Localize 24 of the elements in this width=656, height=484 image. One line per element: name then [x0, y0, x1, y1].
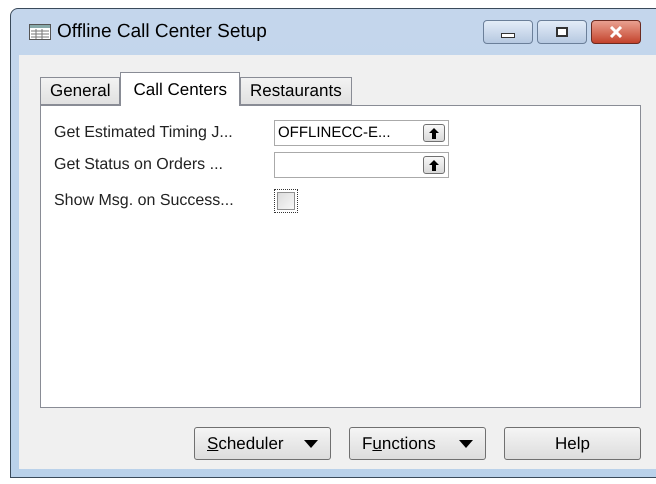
input-field[interactable]: OFFLINECC-E...	[274, 120, 449, 146]
table-icon	[29, 24, 51, 40]
x-icon	[609, 26, 623, 38]
tab[interactable]: Call Centers	[120, 72, 240, 106]
field-label: Get Estimated Timing J...	[54, 123, 234, 143]
close-button[interactable]	[591, 20, 641, 44]
field-label: Get Status on Orders ...	[54, 155, 224, 175]
lookup-button[interactable]	[423, 156, 445, 174]
tab[interactable]: Restaurants	[240, 77, 352, 105]
field-label: Show Msg. on Success...	[54, 191, 235, 211]
checkbox[interactable]	[274, 189, 298, 213]
menu-button[interactable]: Scheduler	[194, 427, 331, 460]
maximize-button[interactable]	[537, 20, 587, 44]
up-arrow-icon	[429, 160, 439, 170]
minimize-button[interactable]	[483, 20, 533, 44]
up-arrow-icon	[429, 128, 439, 138]
lookup-button[interactable]	[423, 124, 445, 142]
input-field[interactable]	[274, 152, 449, 178]
window-title: Offline Call Center Setup	[57, 20, 267, 44]
tab[interactable]: General	[40, 77, 120, 105]
caret-icon	[459, 440, 473, 448]
caret-icon	[304, 440, 318, 448]
menu-button[interactable]: Functions	[349, 427, 486, 460]
help-button[interactable]: Help	[504, 427, 641, 460]
